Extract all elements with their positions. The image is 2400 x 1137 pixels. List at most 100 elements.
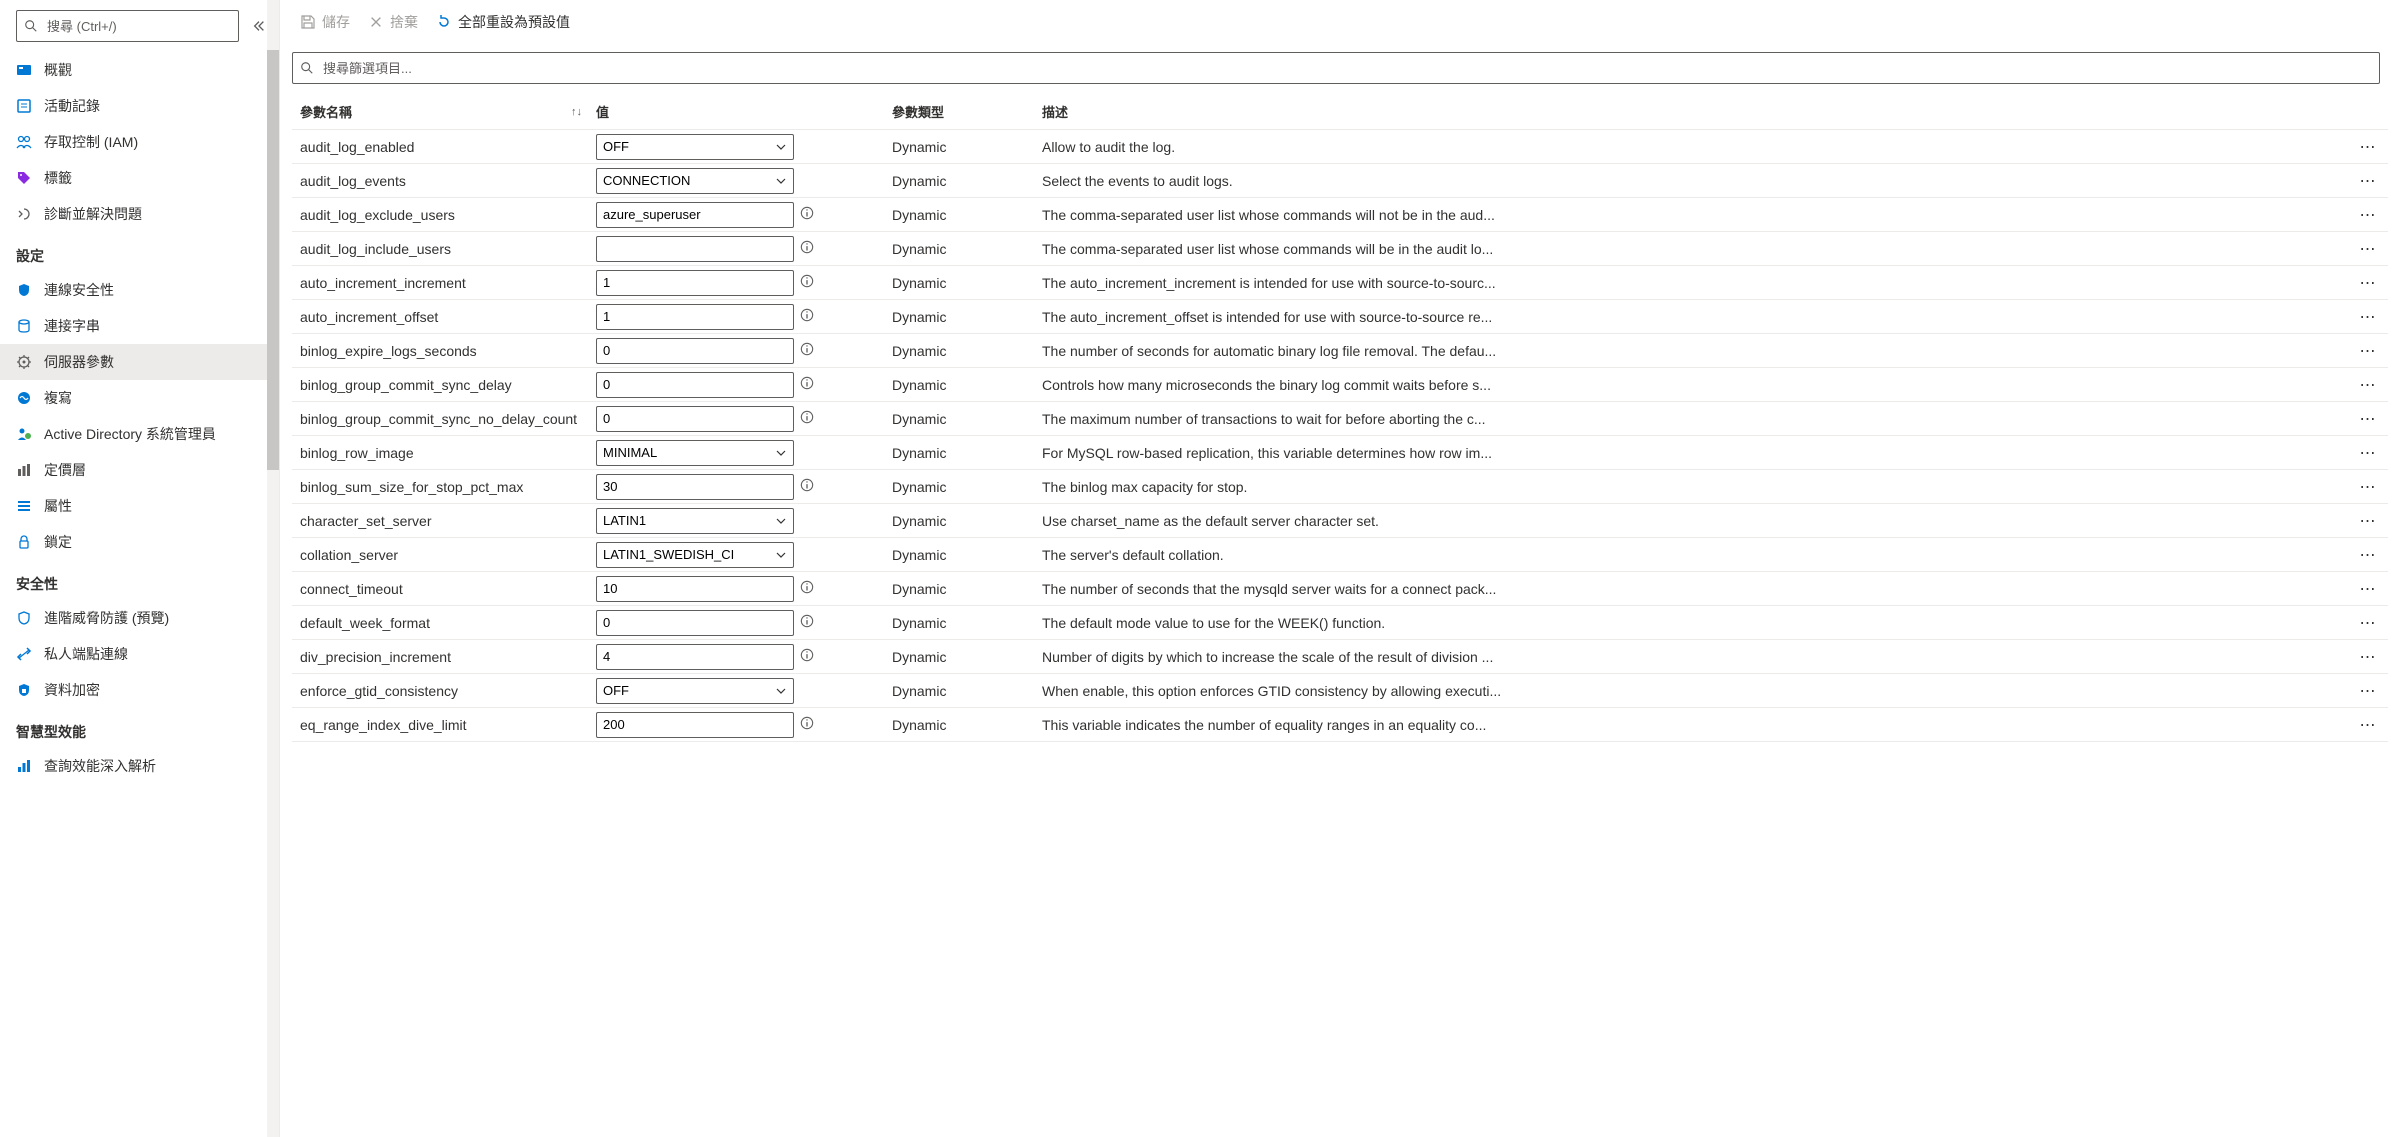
more-icon[interactable]: ⋯ — [2360, 241, 2377, 258]
sidebar-item-tags[interactable]: 標籤 — [0, 160, 279, 196]
info-icon[interactable] — [800, 648, 814, 665]
sidebar-item-activity[interactable]: 活動記錄 — [0, 88, 279, 124]
scrollbar-thumb[interactable] — [267, 50, 279, 470]
more-icon[interactable]: ⋯ — [2360, 649, 2377, 666]
more-icon[interactable]: ⋯ — [2360, 377, 2377, 394]
info-icon[interactable] — [800, 240, 814, 257]
param-value-input[interactable] — [596, 406, 794, 432]
param-desc: The maximum number of transactions to wa… — [1042, 411, 2348, 427]
info-icon[interactable] — [800, 376, 814, 393]
sidebar-item-params[interactable]: 伺服器參數 — [0, 344, 279, 380]
table-row: binlog_group_commit_sync_delayDynamicCon… — [292, 368, 2388, 402]
param-value-input[interactable] — [596, 712, 794, 738]
param-desc: The comma-separated user list whose comm… — [1042, 241, 2348, 257]
replication-icon — [16, 390, 32, 406]
param-value-input[interactable] — [596, 304, 794, 330]
sidebar-item-diagnose[interactable]: 診斷並解決問題 — [0, 196, 279, 232]
col-header-desc[interactable]: 描述 — [1042, 102, 2348, 121]
info-icon[interactable] — [800, 478, 814, 495]
more-icon[interactable]: ⋯ — [2360, 445, 2377, 462]
sidebar-item-properties[interactable]: 屬性 — [0, 488, 279, 524]
param-value-select[interactable]: LATIN1_SWEDISH_CI — [596, 542, 794, 568]
more-icon[interactable]: ⋯ — [2360, 173, 2377, 190]
param-value-input[interactable] — [596, 270, 794, 296]
sidebar-item-encryption[interactable]: 資料加密 — [0, 672, 279, 708]
param-value-input[interactable] — [596, 644, 794, 670]
sidebar-item-privatelink[interactable]: 私人端點連線 — [0, 636, 279, 672]
table-row: audit_log_include_usersDynamicThe comma-… — [292, 232, 2388, 266]
table-row: binlog_expire_logs_secondsDynamicThe num… — [292, 334, 2388, 368]
param-value-input[interactable] — [596, 372, 794, 398]
params-icon — [16, 354, 32, 370]
param-type: Dynamic — [892, 275, 1042, 291]
sidebar-item-connsec[interactable]: 連線安全性 — [0, 272, 279, 308]
more-icon[interactable]: ⋯ — [2360, 275, 2377, 292]
more-icon[interactable]: ⋯ — [2360, 207, 2377, 224]
sidebar-search-input[interactable] — [16, 10, 239, 42]
param-name: connect_timeout — [292, 581, 592, 597]
filter-box — [292, 52, 2380, 84]
table-row: binlog_sum_size_for_stop_pct_maxDynamicT… — [292, 470, 2388, 504]
sidebar-item-label: 診斷並解決問題 — [44, 204, 142, 224]
param-value-input[interactable] — [596, 610, 794, 636]
sidebar-item-lock[interactable]: 鎖定 — [0, 524, 279, 560]
sidebar-item-iam[interactable]: 存取控制 (IAM) — [0, 124, 279, 160]
more-icon[interactable]: ⋯ — [2360, 411, 2377, 428]
filter-input[interactable] — [292, 52, 2380, 84]
reset-button[interactable]: 全部重設為預設值 — [436, 12, 570, 32]
sidebar-item-pricing[interactable]: 定價層 — [0, 452, 279, 488]
info-icon[interactable] — [800, 410, 814, 427]
more-icon[interactable]: ⋯ — [2360, 139, 2377, 156]
sidebar-item-queryperf[interactable]: 查詢效能深入解析 — [0, 748, 279, 784]
param-value-input[interactable] — [596, 474, 794, 500]
more-icon[interactable]: ⋯ — [2360, 309, 2377, 326]
param-name: binlog_group_commit_sync_no_delay_count — [292, 411, 592, 427]
diagnose-icon — [16, 206, 32, 222]
param-value-select[interactable]: MINIMAL — [596, 440, 794, 466]
param-value-input[interactable] — [596, 338, 794, 364]
col-header-name[interactable]: 參數名稱 ↑↓ — [292, 102, 592, 121]
param-value-select[interactable]: CONNECTION — [596, 168, 794, 194]
more-icon[interactable]: ⋯ — [2360, 513, 2377, 530]
table-row: collation_serverLATIN1_SWEDISH_CIDynamic… — [292, 538, 2388, 572]
more-icon[interactable]: ⋯ — [2360, 717, 2377, 734]
info-icon[interactable] — [800, 716, 814, 733]
info-icon[interactable] — [800, 274, 814, 291]
info-icon[interactable] — [800, 614, 814, 631]
more-icon[interactable]: ⋯ — [2360, 615, 2377, 632]
sidebar-item-label: 複寫 — [44, 388, 72, 408]
sidebar-item-connstr[interactable]: 連接字串 — [0, 308, 279, 344]
save-button[interactable]: 儲存 — [300, 12, 350, 32]
overview-icon — [16, 62, 32, 78]
sidebar-item-replication[interactable]: 複寫 — [0, 380, 279, 416]
info-icon[interactable] — [800, 206, 814, 223]
param-value-input[interactable] — [596, 202, 794, 228]
sidebar-item-label: 屬性 — [44, 496, 72, 516]
col-header-value[interactable]: 值 — [592, 102, 892, 121]
search-icon — [300, 61, 314, 75]
more-icon[interactable]: ⋯ — [2360, 479, 2377, 496]
more-icon[interactable]: ⋯ — [2360, 581, 2377, 598]
sidebar-item-ad[interactable]: Active Directory 系統管理員 — [0, 416, 279, 452]
param-value-select[interactable]: LATIN1 — [596, 508, 794, 534]
col-header-type[interactable]: 參數類型 — [892, 102, 1042, 121]
param-name: audit_log_enabled — [292, 139, 592, 155]
info-icon[interactable] — [800, 342, 814, 359]
more-icon[interactable]: ⋯ — [2360, 547, 2377, 564]
sidebar-item-overview[interactable]: 概觀 — [0, 52, 279, 88]
param-value-input[interactable] — [596, 236, 794, 262]
info-icon[interactable] — [800, 308, 814, 325]
param-value-input[interactable] — [596, 576, 794, 602]
param-value-select[interactable]: OFF — [596, 134, 794, 160]
info-icon[interactable] — [800, 580, 814, 597]
param-value-select[interactable]: OFF — [596, 678, 794, 704]
search-icon — [24, 19, 38, 33]
more-icon[interactable]: ⋯ — [2360, 683, 2377, 700]
more-icon[interactable]: ⋯ — [2360, 343, 2377, 360]
discard-button[interactable]: 捨棄 — [368, 12, 418, 32]
sidebar-item-atp[interactable]: 進階威脅防護 (預覽) — [0, 600, 279, 636]
param-desc: The auto_increment_increment is intended… — [1042, 275, 2348, 291]
reset-label: 全部重設為預設值 — [458, 12, 570, 32]
param-name: audit_log_exclude_users — [292, 207, 592, 223]
table-row: audit_log_exclude_usersDynamicThe comma-… — [292, 198, 2388, 232]
